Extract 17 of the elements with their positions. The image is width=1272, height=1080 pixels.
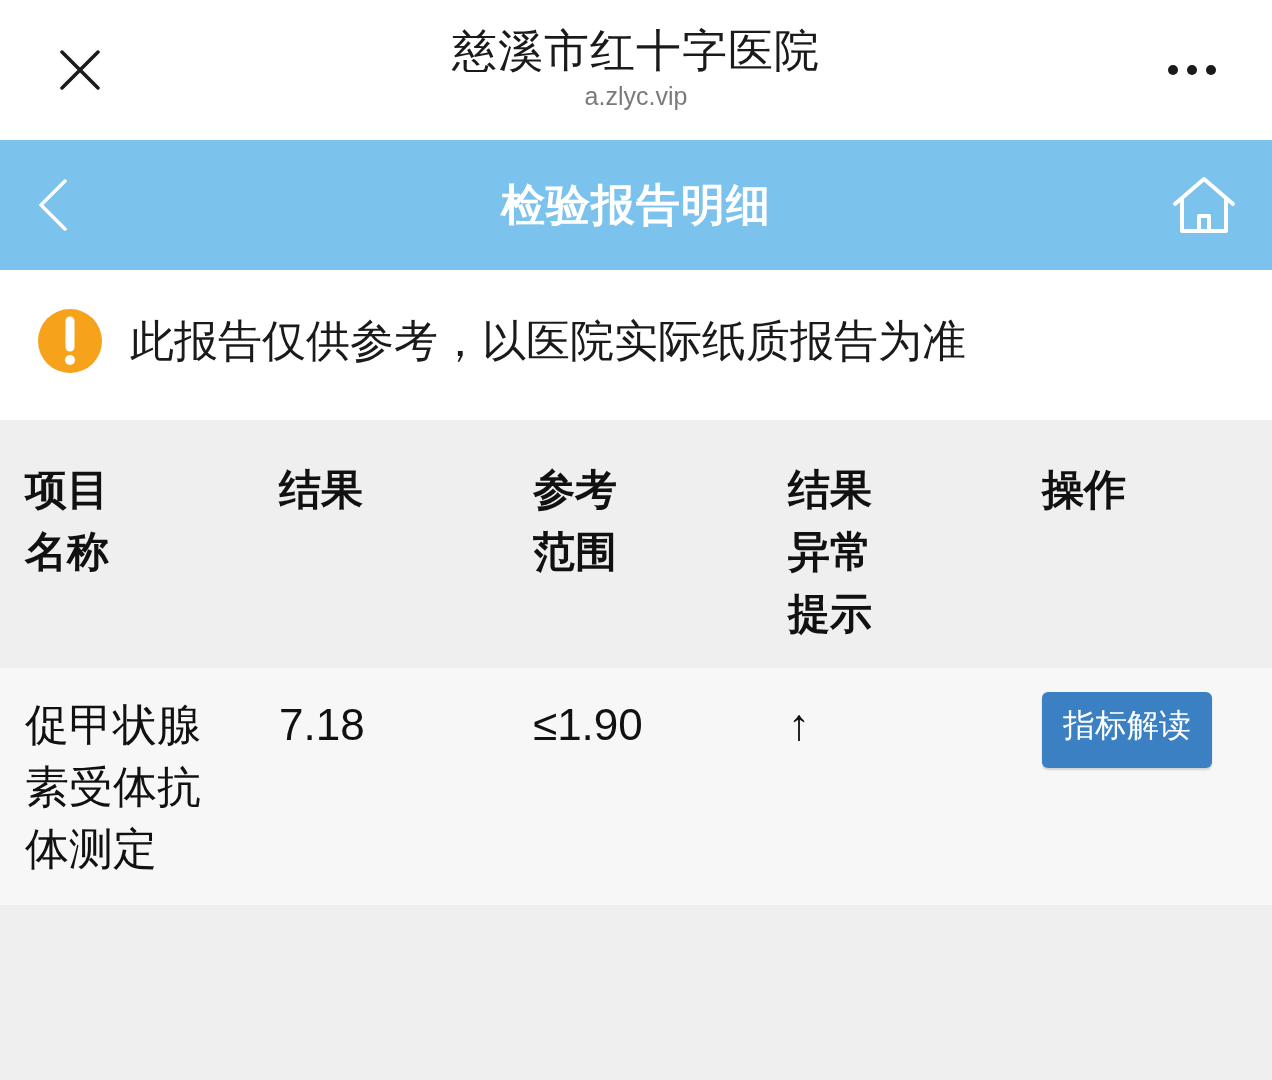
exclamation-icon	[38, 309, 102, 373]
column-header: 操作	[1042, 465, 1127, 515]
page-title: 慈溪市红十字医院	[452, 24, 820, 78]
page-url: a.zlyc.vip	[584, 81, 688, 111]
close-icon[interactable]	[60, 50, 100, 90]
interpret-button[interactable]: 指标解读	[1042, 692, 1212, 768]
more-icon[interactable]	[1168, 65, 1216, 75]
nav-title: 检验报告明细	[501, 179, 771, 231]
column-header: 参考范围	[533, 465, 618, 577]
table-cell-text: 促甲状腺素受体抗体测定	[25, 699, 202, 875]
table-cell-text: ≤1.90	[533, 699, 643, 751]
notice-text: 此报告仅供参考，以医院实际纸质报告为准	[130, 315, 966, 367]
column-header: 结果异常提示	[788, 465, 873, 639]
table-cell-text: ↑	[788, 699, 810, 751]
column-header: 结果	[279, 465, 364, 515]
column-header: 项目名称	[25, 465, 110, 577]
table-cell-text: 7.18	[279, 699, 365, 751]
